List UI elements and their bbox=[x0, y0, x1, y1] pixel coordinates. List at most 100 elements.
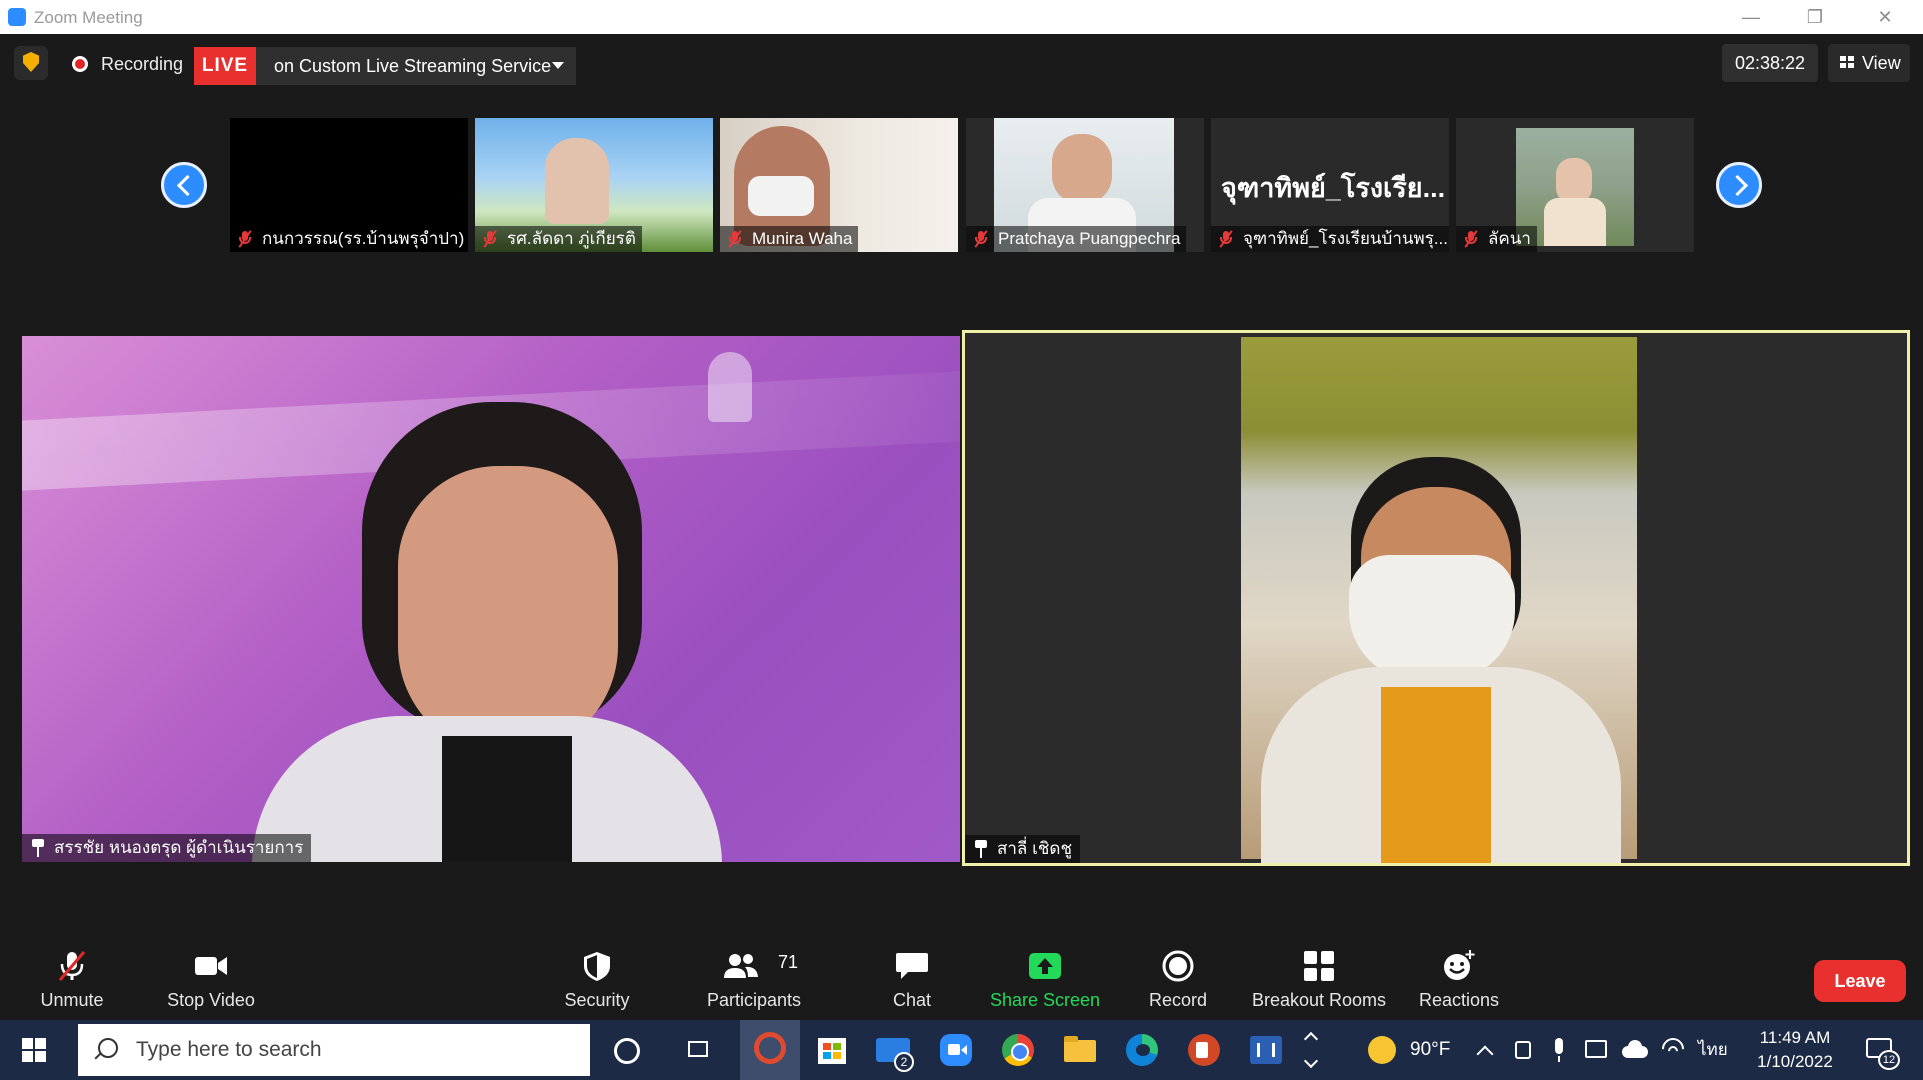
record-button[interactable]: Record bbox=[1140, 930, 1216, 1020]
pin-icon bbox=[31, 839, 45, 857]
edge-icon[interactable] bbox=[1122, 1030, 1162, 1070]
thumbnail-name-tag: Munira Waha bbox=[720, 226, 859, 252]
chrome-icon[interactable] bbox=[998, 1030, 1038, 1070]
participant-thumbnail[interactable]: กนกวรรณ(รร.บ้านพรุจำปา) bbox=[230, 118, 468, 252]
meet-now-icon[interactable] bbox=[1510, 1030, 1536, 1070]
unmute-label: Unmute bbox=[40, 990, 104, 1010]
prev-page-arrow-icon[interactable] bbox=[161, 162, 207, 208]
minimize-button[interactable]: — bbox=[1728, 4, 1774, 30]
smiley-plus-icon bbox=[1444, 950, 1475, 980]
thumbnail-name-tag: Pratchaya Puangpechra bbox=[966, 226, 1187, 252]
chat-button[interactable]: Chat bbox=[870, 930, 954, 1020]
microphone-icon[interactable] bbox=[1546, 1030, 1572, 1070]
powerpoint-icon[interactable] bbox=[1184, 1030, 1224, 1070]
view-button[interactable]: View bbox=[1828, 44, 1910, 82]
pin-icon bbox=[974, 840, 988, 858]
share-screen-arrow-icon bbox=[1029, 953, 1061, 979]
weather-temperature[interactable]: 90°F bbox=[1410, 1020, 1450, 1080]
stop-video-button[interactable]: Stop Video bbox=[160, 930, 262, 1020]
participant-name: กนกวรรณ(รร.บ้านพรุจำปา) bbox=[262, 229, 465, 248]
breakout-rooms-icon bbox=[1304, 951, 1334, 981]
task-view-icon[interactable] bbox=[680, 1030, 720, 1070]
participant-portrait bbox=[1052, 134, 1112, 204]
participant-strip: กนกวรรณ(รร.บ้านพรุจำปา) รศ.ลัดดา ภู่เกีย… bbox=[0, 116, 1923, 256]
search-icon bbox=[98, 1038, 118, 1058]
reactions-label: Reactions bbox=[1418, 990, 1500, 1010]
zoom-taskbar-icon[interactable] bbox=[936, 1030, 976, 1070]
participant-thumbnail[interactable]: รศ.ลัดดา ภู่เกียรติ bbox=[475, 118, 713, 252]
notifications-icon[interactable]: 12 bbox=[1862, 1030, 1902, 1070]
live-badge: LIVE bbox=[194, 47, 256, 85]
thumbnail-name-tag: จุฑาทิพย์_โรงเรียนบ้านพรุ... bbox=[1211, 226, 1449, 252]
participant-name: สรรชัย หนองตรุด ผู้ดำเนินรายการ bbox=[54, 838, 304, 857]
grid-icon bbox=[1840, 56, 1854, 68]
participant-thumbnail[interactable]: Pratchaya Puangpechra bbox=[966, 118, 1204, 252]
cortana-icon[interactable] bbox=[606, 1030, 646, 1070]
view-label: View bbox=[1862, 53, 1901, 73]
weather-sun-icon[interactable] bbox=[1362, 1030, 1402, 1070]
thumbnail-name-tag: กนกวรรณ(รร.บ้านพรุจำปา) bbox=[230, 226, 468, 252]
face-mask bbox=[1349, 555, 1515, 681]
backdrop-emblem bbox=[708, 352, 752, 422]
participants-icon bbox=[724, 954, 759, 978]
shield-icon bbox=[584, 952, 610, 981]
tray-expand-icon[interactable] bbox=[1472, 1030, 1498, 1070]
restore-button[interactable]: ❐ bbox=[1792, 4, 1838, 30]
mail-badge: 2 bbox=[894, 1052, 914, 1072]
live-streaming-dropdown[interactable]: on Custom Live Streaming Service bbox=[256, 47, 576, 85]
file-explorer-icon[interactable] bbox=[1060, 1030, 1100, 1070]
stop-video-label: Stop Video bbox=[167, 990, 255, 1010]
taskbar-clock[interactable]: 11:49 AM 1/10/2022 bbox=[1740, 1026, 1850, 1074]
word-icon[interactable] bbox=[1246, 1030, 1286, 1070]
mic-muted-icon bbox=[483, 230, 497, 248]
clock-date: 1/10/2022 bbox=[1757, 1052, 1833, 1071]
window-title: Zoom Meeting bbox=[34, 8, 143, 27]
microsoft-store-icon[interactable] bbox=[812, 1030, 852, 1070]
wifi-icon[interactable] bbox=[1657, 1030, 1689, 1070]
encryption-shield-icon[interactable] bbox=[14, 46, 48, 80]
display-icon[interactable] bbox=[1582, 1030, 1612, 1070]
mic-muted-icon bbox=[1464, 230, 1478, 248]
share-screen-button[interactable]: Share Screen bbox=[985, 930, 1105, 1020]
participant-thumbnail[interactable]: จุฑาทิพย์_โรงเรีย... จุฑาทิพย์_โรงเรียนบ… bbox=[1211, 118, 1449, 252]
windows-start-icon[interactable] bbox=[22, 1038, 46, 1062]
participant-name: รศ.ลัดดา ภู่เกียรติ bbox=[507, 229, 636, 248]
mic-muted-icon bbox=[58, 951, 86, 981]
close-button[interactable]: ✕ bbox=[1862, 4, 1908, 30]
thumbnail-name-tag: ลัคนา bbox=[1456, 226, 1537, 252]
chat-bubble-icon bbox=[896, 953, 928, 979]
main-video-host[interactable]: สรรชัย หนองตรุด ผู้ดำเนินรายการ bbox=[22, 336, 960, 862]
security-button[interactable]: Security bbox=[552, 930, 642, 1020]
participant-name: จุฑาทิพย์_โรงเรียนบ้านพรุ... bbox=[1243, 229, 1448, 248]
participant-name: Munira Waha bbox=[752, 229, 853, 248]
taskbar-search-box[interactable]: Type here to search bbox=[78, 1024, 590, 1076]
breakout-rooms-button[interactable]: Breakout Rooms bbox=[1248, 930, 1390, 1020]
input-language[interactable]: ไทย bbox=[1698, 1020, 1728, 1080]
participant-name: สาลี่ เชิดชู bbox=[997, 839, 1072, 858]
live-service-label: on Custom Live Streaming Service bbox=[274, 56, 552, 76]
participants-count: 71 bbox=[778, 952, 799, 972]
video-name-tag: สรรชัย หนองตรุด ผู้ดำเนินรายการ bbox=[22, 834, 312, 862]
leave-button[interactable]: Leave bbox=[1814, 960, 1906, 1002]
reactions-button[interactable]: Reactions bbox=[1414, 930, 1504, 1020]
host-portrait bbox=[398, 466, 618, 756]
video-camera-icon bbox=[195, 957, 227, 975]
main-video-speaker[interactable]: สาลี่ เชิดชู bbox=[962, 330, 1910, 866]
recording-label[interactable]: Recording bbox=[101, 54, 183, 75]
speaker-shirt bbox=[1381, 687, 1491, 863]
next-page-arrow-icon[interactable] bbox=[1716, 162, 1762, 208]
meeting-toolbar: Unmute Stop Video Security 71 Participan… bbox=[0, 930, 1923, 1020]
mail-icon[interactable]: 2 bbox=[874, 1030, 914, 1072]
taskbar-overflow-icon[interactable] bbox=[1300, 1030, 1324, 1070]
participant-shirt bbox=[1544, 198, 1606, 246]
face-mask bbox=[748, 176, 814, 216]
security-label: Security bbox=[564, 990, 630, 1010]
onedrive-cloud-icon[interactable] bbox=[1620, 1030, 1650, 1070]
host-shirt bbox=[442, 736, 572, 862]
record-icon bbox=[1162, 950, 1194, 982]
recorder-app-icon[interactable] bbox=[740, 1020, 800, 1080]
participant-thumbnail[interactable]: ลัคนา bbox=[1456, 118, 1694, 252]
unmute-button[interactable]: Unmute bbox=[22, 930, 122, 1020]
participant-thumbnail[interactable]: Munira Waha bbox=[720, 118, 958, 252]
participants-button[interactable]: 71 Participants bbox=[700, 930, 808, 1020]
